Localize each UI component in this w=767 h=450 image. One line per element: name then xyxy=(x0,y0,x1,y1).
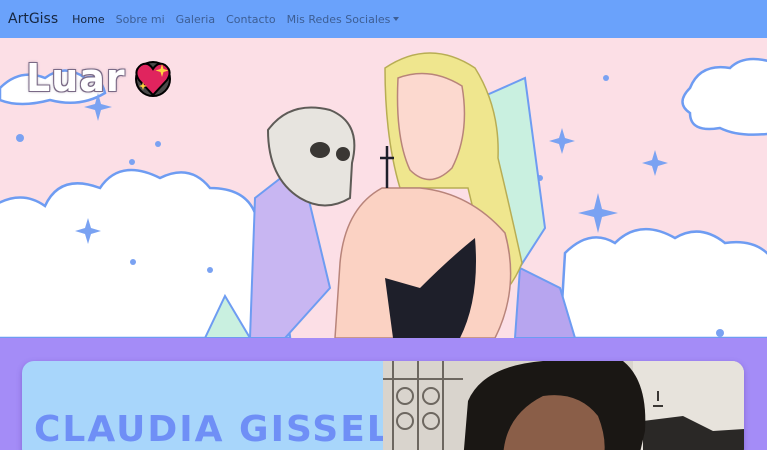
profile-photo-image xyxy=(383,361,744,450)
social-dropdown-toggle[interactable]: Mis Redes Sociales xyxy=(287,13,400,26)
top-navbar: ArtGiss Home Sobre mi Galeria Contacto M… xyxy=(0,0,767,38)
profile-name-title: CLAUDIA GISSEL xyxy=(34,409,392,450)
profile-photo xyxy=(383,361,744,450)
nav-link-sobre-mi[interactable]: Sobre mi xyxy=(116,13,165,26)
hero-banner: Luar xyxy=(0,38,767,338)
hero-title: Luar xyxy=(26,56,126,100)
brand-link[interactable]: ArtGiss xyxy=(8,11,58,27)
nav-link-galeria[interactable]: Galeria xyxy=(176,13,215,26)
sparkling-heart-icon xyxy=(135,62,171,97)
nav-link-home[interactable]: Home xyxy=(72,13,104,26)
caret-down-icon xyxy=(393,16,400,21)
profile-card: CLAUDIA GISSEL xyxy=(22,361,744,450)
social-dropdown-label: Mis Redes Sociales xyxy=(286,12,391,26)
nav-link-contacto[interactable]: Contacto xyxy=(226,13,276,26)
